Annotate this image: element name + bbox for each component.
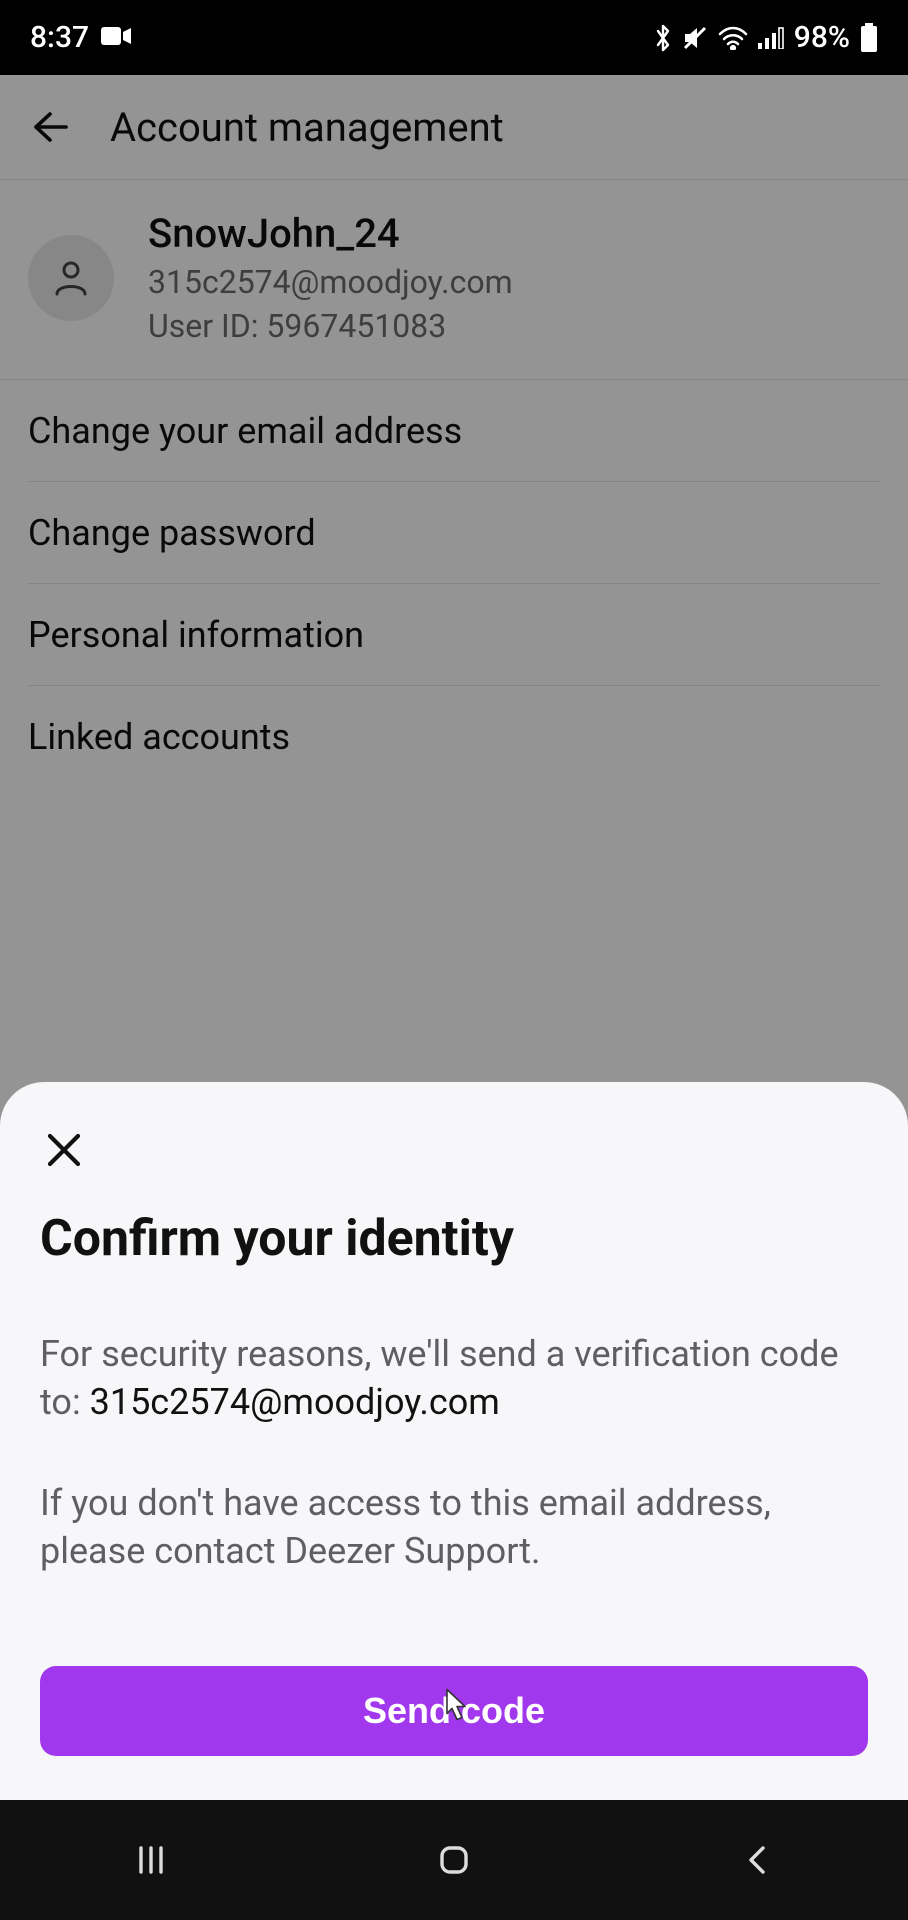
status-right: 98% xyxy=(654,20,878,55)
nav-back-icon[interactable] xyxy=(737,1840,777,1880)
send-code-button[interactable]: Send code xyxy=(40,1666,868,1756)
nav-home-icon[interactable] xyxy=(434,1840,474,1880)
bluetooth-icon xyxy=(654,24,672,52)
modal-email: 315c2574@moodjoy.com xyxy=(90,1381,500,1423)
signal-icon xyxy=(758,27,784,49)
mute-icon xyxy=(682,25,708,51)
status-bar: 8:37 98% xyxy=(0,0,908,75)
battery-pct: 98% xyxy=(794,20,850,55)
send-code-label: Send code xyxy=(363,1690,545,1732)
status-time: 8:37 xyxy=(30,20,89,55)
modal-text-1: For security reasons, we'll send a verif… xyxy=(40,1330,868,1427)
status-left: 8:37 xyxy=(30,20,131,55)
close-icon[interactable] xyxy=(40,1126,868,1174)
modal-body: For security reasons, we'll send a verif… xyxy=(40,1330,868,1576)
camera-icon xyxy=(101,20,131,55)
android-navbar xyxy=(0,1800,908,1920)
battery-icon xyxy=(860,23,878,53)
wifi-icon xyxy=(718,26,748,50)
confirm-identity-sheet: Confirm your identity For security reaso… xyxy=(0,1082,908,1800)
modal-title: Confirm your identity xyxy=(40,1210,868,1268)
modal-text-2: If you don't have access to this email a… xyxy=(40,1479,868,1576)
nav-recent-icon[interactable] xyxy=(131,1840,171,1880)
